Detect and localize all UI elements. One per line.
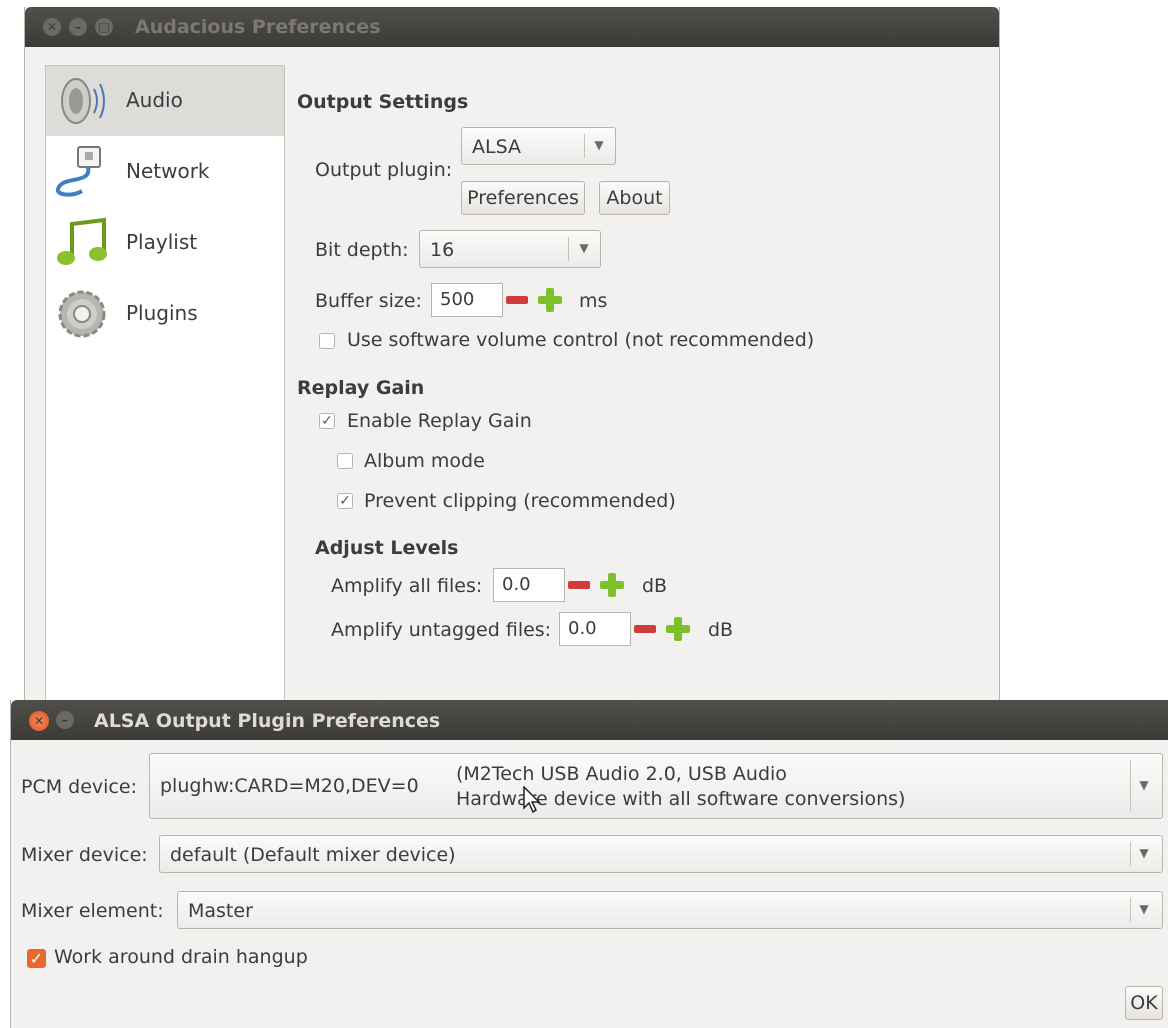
- window-title: ALSA Output Plugin Preferences: [94, 710, 441, 732]
- sidebar-item-plugins[interactable]: Plugins: [46, 279, 284, 349]
- chevron-down-icon: ▼: [1139, 778, 1149, 792]
- preferences-button[interactable]: Preferences: [461, 181, 585, 215]
- network-cable-icon: [55, 146, 101, 197]
- about-button[interactable]: About: [599, 181, 670, 215]
- sidebar-item-playlist[interactable]: Playlist: [46, 208, 284, 278]
- amplify-all-unit: dB: [642, 575, 668, 597]
- music-note-icon: [57, 217, 107, 265]
- combo-separator: [1130, 760, 1131, 812]
- audio-settings-panel: Output Settings Output plugin: ALSA ▼ Pr…: [295, 77, 985, 697]
- prevent-clipping-checkbox[interactable]: ✓: [337, 493, 353, 509]
- chevron-down-icon: ▼: [1139, 902, 1149, 916]
- bit-depth-combo[interactable]: 16 ▼: [419, 230, 601, 268]
- output-plugin-label: Output plugin:: [315, 159, 453, 181]
- output-plugin-combo[interactable]: ALSA ▼: [461, 127, 616, 165]
- increase-amplify-untagged-button[interactable]: [666, 617, 690, 641]
- pcm-device-label: PCM device:: [21, 776, 137, 798]
- buffer-size-input[interactable]: 500: [431, 283, 503, 317]
- replay-gain-heading: Replay Gain: [297, 377, 425, 399]
- title-bar[interactable]: ✕ – ALSA Output Plugin Preferences: [11, 700, 1168, 740]
- output-plugin-value: ALSA: [472, 136, 521, 158]
- pcm-device-desc-line1: (M2Tech USB Audio 2.0, USB Audio: [456, 763, 787, 785]
- buffer-size-unit: ms: [579, 290, 608, 312]
- chevron-down-icon: ▼: [1139, 846, 1149, 860]
- chevron-down-icon: ▼: [579, 241, 589, 255]
- speaker-icon: [61, 78, 105, 124]
- bit-depth-value: 16: [430, 239, 455, 261]
- amplify-untagged-unit: dB: [708, 619, 734, 641]
- category-sidebar: Audio Network Playlist Plugins: [45, 65, 285, 713]
- decrease-buffer-button[interactable]: [506, 296, 528, 304]
- decrease-amplify-untagged-button[interactable]: [634, 625, 656, 633]
- increase-buffer-button[interactable]: [538, 288, 562, 312]
- close-icon[interactable]: ✕: [29, 711, 49, 731]
- decrease-amplify-all-button[interactable]: [568, 581, 590, 589]
- prevent-clipping-label: Prevent clipping (recommended): [364, 490, 676, 512]
- amplify-all-label: Amplify all files:: [331, 575, 483, 597]
- title-bar[interactable]: ✕ – □ Audacious Preferences: [25, 7, 999, 47]
- software-volume-label: Use software volume control (not recomme…: [347, 329, 815, 351]
- mouse-cursor-icon: [523, 786, 541, 814]
- mixer-element-value: Master: [188, 900, 253, 922]
- maximize-icon[interactable]: □: [95, 18, 113, 36]
- amplify-untagged-input[interactable]: 0.0: [559, 612, 631, 646]
- drain-hangup-label: Work around drain hangup: [54, 946, 308, 968]
- buffer-size-label: Buffer size:: [315, 290, 422, 312]
- alsa-preferences-window: ✕ – ALSA Output Plugin Preferences PCM d…: [10, 700, 1168, 1028]
- window-title: Audacious Preferences: [135, 16, 381, 38]
- sidebar-item-label: Plugins: [126, 301, 198, 325]
- combo-separator: [584, 134, 585, 158]
- sidebar-item-audio[interactable]: Audio: [46, 66, 284, 136]
- chevron-down-icon: ▼: [594, 138, 604, 152]
- pcm-device-value: plughw:CARD=M20,DEV=0: [160, 775, 419, 797]
- combo-separator: [1130, 898, 1131, 922]
- adjust-levels-heading: Adjust Levels: [315, 537, 459, 559]
- bit-depth-label: Bit depth:: [315, 239, 409, 261]
- mixer-element-combo[interactable]: Master ▼: [177, 891, 1163, 929]
- gear-icon: [58, 290, 106, 338]
- minimize-icon[interactable]: –: [69, 18, 87, 36]
- sidebar-item-label: Audio: [126, 88, 183, 112]
- sidebar-item-label: Network: [126, 159, 210, 183]
- minimize-icon[interactable]: –: [56, 711, 74, 729]
- drain-hangup-checkbox[interactable]: ✓: [27, 949, 46, 968]
- mixer-element-label: Mixer element:: [21, 900, 164, 922]
- close-icon[interactable]: ✕: [43, 18, 61, 36]
- increase-amplify-all-button[interactable]: [600, 573, 624, 597]
- sidebar-item-network[interactable]: Network: [46, 137, 284, 207]
- mixer-device-value: default (Default mixer device): [170, 844, 456, 866]
- mixer-device-label: Mixer device:: [21, 844, 148, 866]
- amplify-untagged-label: Amplify untagged files:: [331, 619, 552, 641]
- combo-separator: [1130, 842, 1131, 866]
- album-mode-checkbox[interactable]: [337, 453, 353, 469]
- pcm-device-combo[interactable]: plughw:CARD=M20,DEV=0 (M2Tech USB Audio …: [149, 753, 1163, 819]
- output-settings-heading: Output Settings: [297, 91, 469, 113]
- amplify-all-input[interactable]: 0.0: [493, 568, 565, 602]
- audacious-preferences-window: ✕ – □ Audacious Preferences Audio Networ…: [24, 7, 1000, 713]
- sidebar-item-label: Playlist: [126, 230, 198, 254]
- album-mode-label: Album mode: [364, 450, 485, 472]
- enable-replay-gain-checkbox[interactable]: ✓: [319, 413, 335, 429]
- combo-separator: [568, 237, 569, 261]
- ok-button[interactable]: OK: [1125, 986, 1163, 1020]
- enable-replay-gain-label: Enable Replay Gain: [347, 410, 532, 432]
- mixer-device-combo[interactable]: default (Default mixer device) ▼: [159, 835, 1163, 873]
- software-volume-checkbox[interactable]: [319, 333, 335, 349]
